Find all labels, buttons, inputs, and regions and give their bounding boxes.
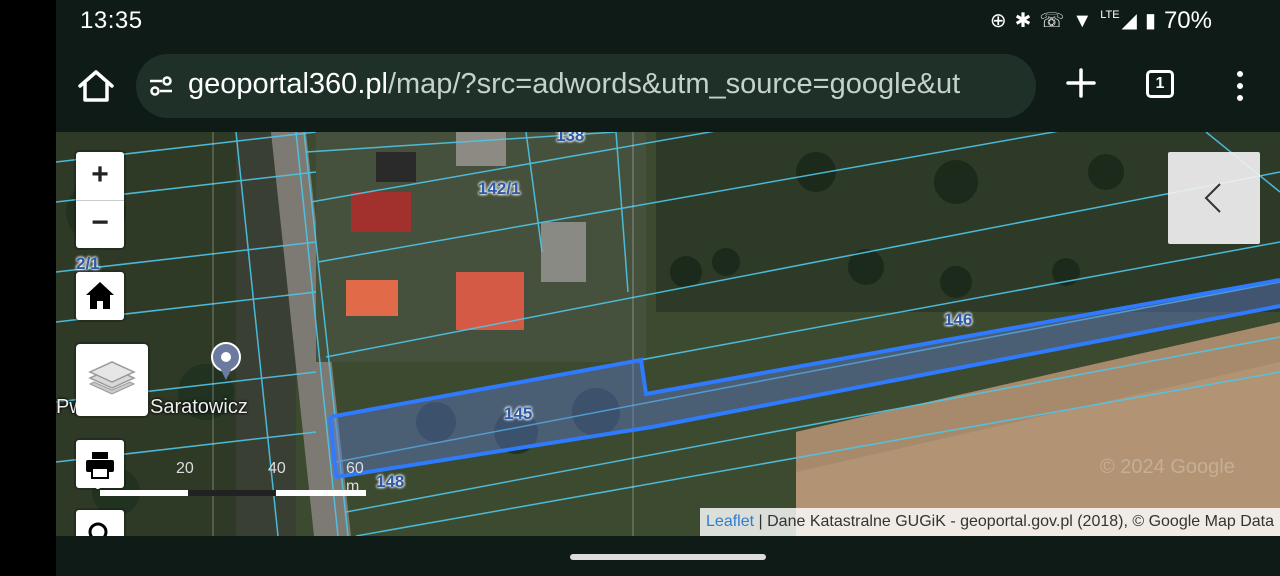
network-type: LTE [1100,9,1120,21]
status-icons: ⊕ ✱ ☏ ▼ LTE ◢ ▮ 70% [990,7,1212,35]
layers-icon [88,361,136,395]
url-bar[interactable]: geoportal360.pl/map/?src=adwords&utm_sou… [136,54,1036,118]
home-icon [86,282,114,309]
layers-button[interactable] [76,344,148,416]
url-path: /map/?src=adwords&utm_source=google&ut [387,68,961,100]
search-icon [88,522,108,536]
map-view[interactable]: 138 142/1 2/1 146 145 148 Pw Saratowicz … [56,132,1280,536]
browser-toolbar: geoportal360.pl/map/?src=adwords&utm_sou… [56,42,1280,132]
scale-bar: 0 20 40 60 m [94,460,366,500]
status-bar: 13:35 ⊕ ✱ ☏ ▼ LTE ◢ ▮ 70% [56,0,1280,42]
parcel-label: 145 [504,404,533,423]
status-time: 13:35 [80,7,143,34]
zoom-in-button[interactable]: + [76,152,124,201]
sidebar-toggle-button[interactable] [1168,152,1260,244]
parcel-label: 2/1 [76,254,100,273]
url-text[interactable]: geoportal360.pl/map/?src=adwords&utm_sou… [188,68,960,101]
site-settings-icon[interactable] [148,74,174,98]
battery-level: 70% [1163,7,1212,34]
gesture-handle[interactable] [570,554,766,560]
scale-segment [276,490,366,496]
parcel-label: 148 [376,472,405,491]
zoom-out-button[interactable]: − [76,200,124,248]
tab-switcher-button[interactable]: 1 [1146,70,1174,98]
bluetooth-icon: ✱ [1014,10,1032,32]
signal-icon: ◢ [1121,10,1137,32]
map-attribution: Leaflet | Dane Katastralne GUGiK - geopo… [700,508,1280,536]
zoom-control: + − [76,152,124,248]
home-icon[interactable] [76,68,116,104]
system-nav-bar [56,536,1280,576]
parcel-label: 138 [556,132,585,145]
leaflet-link[interactable]: Leaflet [706,513,754,530]
chevron-left-icon [1204,183,1221,213]
place-label: Saratowicz [150,396,248,418]
location-icon: ⊕ [989,10,1007,32]
attribution-text: | Dane Katastralne GUGiK - geoportal.gov… [754,513,1274,530]
home-view-button[interactable] [76,272,124,320]
wifi-call-icon: ☏ [1039,10,1065,32]
map-watermark: © 2024 Google [1100,456,1235,478]
wifi-icon: ▼ [1072,10,1093,32]
scale-label: 40 [268,460,286,477]
more-menu-icon[interactable] [1230,70,1250,102]
scale-segment [100,490,188,496]
parcel-label: 142/1 [478,179,521,198]
scale-segment [188,490,276,496]
battery-icon: ▮ [1144,10,1156,32]
parcel-label: 146 [944,310,973,329]
search-button[interactable] [76,510,124,536]
scale-label: 20 [176,460,194,477]
new-tab-icon[interactable] [1064,66,1098,100]
url-host: geoportal360.pl [188,68,388,100]
